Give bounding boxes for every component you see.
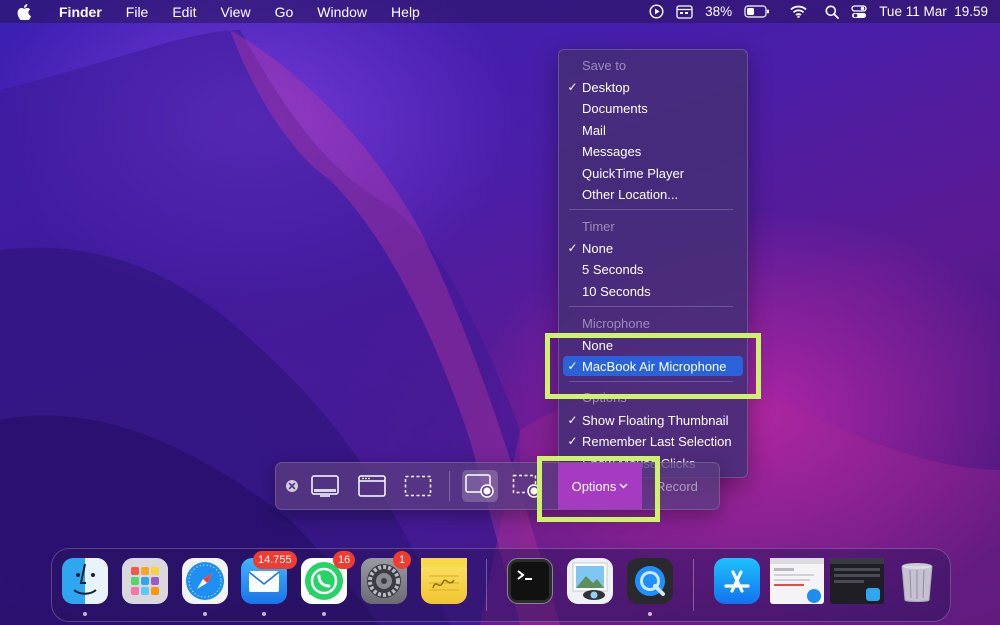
menu-item-mail[interactable]: Mail xyxy=(563,120,743,140)
running-indicator xyxy=(203,612,207,616)
whatsapp-icon[interactable]: 16 xyxy=(301,551,356,604)
toolbar-divider xyxy=(449,471,450,501)
menu-item-label: None xyxy=(582,240,614,256)
menu-item-desktop[interactable]: ✓ Desktop xyxy=(563,77,743,97)
menu-go[interactable]: Go xyxy=(263,4,306,20)
menu-item-label: 5 Seconds xyxy=(582,261,644,277)
save-to-header: Save to xyxy=(582,58,627,73)
menu-item-label: Mail xyxy=(582,122,606,138)
battery-icon[interactable] xyxy=(744,5,770,18)
menu-help[interactable]: Help xyxy=(379,4,432,20)
entire-screen-icon xyxy=(311,475,339,497)
notes-icon[interactable] xyxy=(421,558,467,604)
menu-bar-status: 38% Tue 11 Mar 19.59 xyxy=(649,0,988,23)
menu-separator xyxy=(569,209,733,210)
menu-item-documents[interactable]: Documents xyxy=(563,98,743,118)
mail-icon[interactable]: 14.755 xyxy=(241,551,297,604)
spotlight-search-icon[interactable] xyxy=(825,5,840,19)
running-indicator xyxy=(322,612,326,616)
menu-separator xyxy=(569,306,733,307)
capture-window-button[interactable] xyxy=(354,470,390,502)
menu-edit[interactable]: Edit xyxy=(160,4,208,20)
menu-item-messages[interactable]: Messages xyxy=(563,141,743,161)
mail-badge: 14.755 xyxy=(253,551,297,569)
menu-item-quicktime-player[interactable]: QuickTime Player xyxy=(563,163,743,183)
control-center-icon[interactable] xyxy=(851,4,867,19)
microphone-header: Microphone xyxy=(582,316,650,331)
apple-icon[interactable] xyxy=(17,3,37,20)
dock-separator xyxy=(486,559,487,611)
finder-icon[interactable] xyxy=(62,558,108,604)
menu-item-label: Other Location... xyxy=(582,186,679,202)
selection-icon xyxy=(404,475,432,497)
app-store-icon[interactable] xyxy=(714,558,760,604)
record-button[interactable]: Record xyxy=(656,463,698,509)
wifi-icon[interactable] xyxy=(790,5,807,18)
menu-item-other-location[interactable]: Other Location... xyxy=(563,184,743,204)
close-toolbar-button[interactable] xyxy=(280,470,304,502)
menu-view[interactable]: View xyxy=(208,4,262,20)
capture-entire-screen-button[interactable] xyxy=(307,470,343,502)
running-indicator xyxy=(262,612,266,616)
highlight-box-options xyxy=(537,456,660,522)
checkmark-icon: ✓ xyxy=(567,413,578,427)
play-circle-icon[interactable] xyxy=(649,4,664,19)
capture-selection-button[interactable] xyxy=(400,470,436,502)
menu-file[interactable]: File xyxy=(114,4,161,20)
safari-icon[interactable] xyxy=(182,558,228,604)
trash-icon[interactable] xyxy=(894,558,940,604)
minimized-window-thumbnail[interactable] xyxy=(830,558,884,604)
record-entire-screen-button[interactable] xyxy=(462,470,498,502)
wallpaper-shapes xyxy=(0,30,1000,625)
menu-item-timer-10-seconds[interactable]: 10 Seconds xyxy=(563,281,743,301)
running-indicator xyxy=(83,612,87,616)
menu-bar: Finder File Edit View Go Window Help 38%… xyxy=(0,0,1000,23)
dock: 14.755 16 1 xyxy=(51,548,951,622)
launchpad-icon[interactable] xyxy=(122,558,168,604)
terminal-icon[interactable] xyxy=(507,558,553,604)
battery-percent: 38% xyxy=(705,4,733,19)
menu-item-label: Messages xyxy=(582,143,642,159)
menu-item-timer-none[interactable]: ✓ None xyxy=(563,238,743,258)
clock-datetime[interactable]: Tue 11 Mar 19.59 xyxy=(879,4,988,19)
menu-item-label: Show Floating Thumbnail xyxy=(582,412,729,428)
system-settings-icon[interactable]: 1 xyxy=(361,551,411,604)
menu-item-label: 10 Seconds xyxy=(582,283,651,299)
checkmark-icon: ✓ xyxy=(567,241,578,255)
calendar-icon[interactable] xyxy=(676,4,693,19)
dock-separator xyxy=(693,559,694,611)
minimized-window-thumbnail[interactable] xyxy=(770,558,824,604)
highlight-box-microphone xyxy=(545,333,761,399)
system-settings-badge: 1 xyxy=(393,551,411,569)
checkmark-icon: ✓ xyxy=(567,434,578,448)
menu-item-show-floating-thumbnail[interactable]: ✓ Show Floating Thumbnail xyxy=(563,410,743,430)
menu-item-label: Remember Last Selection xyxy=(582,433,732,449)
menu-bar-left: Finder File Edit View Go Window Help xyxy=(0,3,432,20)
window-icon xyxy=(358,475,386,497)
running-indicator xyxy=(648,612,652,616)
menu-app-name[interactable]: Finder xyxy=(49,4,114,20)
menu-item-label: Desktop xyxy=(582,79,630,95)
menu-item-label: Documents xyxy=(582,100,648,116)
preview-icon[interactable] xyxy=(567,558,613,604)
timer-header: Timer xyxy=(582,219,615,234)
menu-item-label: QuickTime Player xyxy=(582,165,685,181)
close-icon xyxy=(286,480,298,492)
menu-item-timer-5-seconds[interactable]: 5 Seconds xyxy=(563,259,743,279)
quicktime-player-icon[interactable] xyxy=(627,558,673,604)
whatsapp-badge: 16 xyxy=(333,551,356,569)
checkmark-icon: ✓ xyxy=(567,80,578,94)
screenshot-options-menu: Save to ✓ Desktop Documents Mail Messages… xyxy=(558,49,748,478)
record-screen-icon xyxy=(465,474,494,498)
menu-window[interactable]: Window xyxy=(305,4,379,20)
menu-item-remember-last-selection[interactable]: ✓ Remember Last Selection xyxy=(563,431,743,451)
